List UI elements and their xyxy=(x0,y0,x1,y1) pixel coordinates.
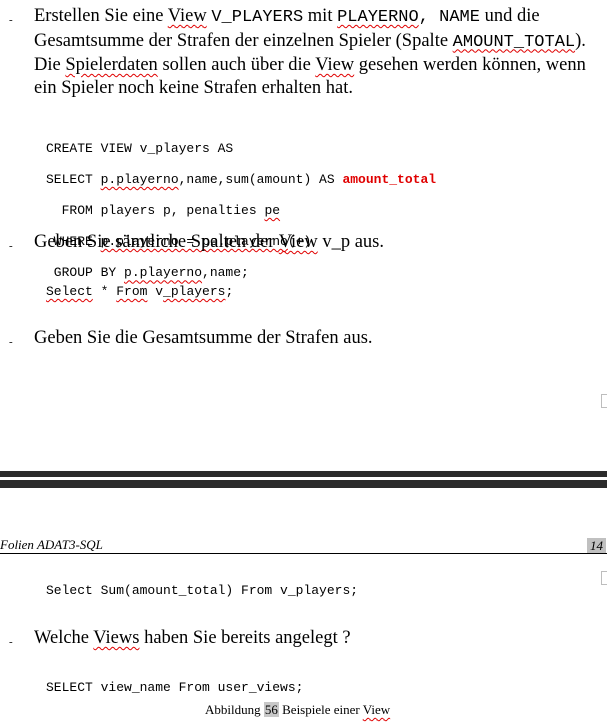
code-line-5: GROUP BY p.playerno,name; xyxy=(46,265,436,281)
code-amount-total: amount_total xyxy=(342,171,437,187)
code-text: SELECT xyxy=(46,171,101,187)
caption-number: 56 xyxy=(263,702,279,717)
page-break-rule xyxy=(0,480,607,488)
task4-text-b: haben Sie bereits angelegt ? xyxy=(139,628,351,648)
code-block-create-view: CREATE VIEW v_players AS SELECT p.player… xyxy=(46,125,436,297)
view-word-3: View xyxy=(278,232,318,252)
task2-text: Geben Sie sämtliche Spalten der View v_p… xyxy=(34,231,384,254)
task1-line1: Erstellen Sie eine View V_PLAYERS mit PL… xyxy=(34,5,604,30)
spielerdaten-word: Spielerdaten xyxy=(65,55,158,75)
task1-line3-end: gesehen werden können, wenn xyxy=(354,55,586,75)
caption-view-word: View xyxy=(362,702,391,717)
code-text: * xyxy=(92,284,117,299)
task1-line2-end: ). xyxy=(575,30,586,51)
task4-text: Welche Views haben Sie bereits angelegt … xyxy=(34,627,351,650)
code-text: ,name,sum(amount) AS xyxy=(178,171,343,187)
page-number: 14 xyxy=(587,538,606,553)
code-line-2: SELECT p.playerno,name,sum(amount) AS am… xyxy=(46,172,436,188)
bullet-task3: - xyxy=(9,336,13,348)
code-text: GROUP BY xyxy=(46,265,125,281)
task1-line4: ein Spieler noch keine Strafen erhalten … xyxy=(34,77,353,98)
view-word-2: View xyxy=(315,55,355,75)
task1-line3-text2: sollen auch über die xyxy=(157,55,316,75)
margin-marker xyxy=(601,571,607,585)
code-block-user-views: SELECT view_name From user_views; xyxy=(46,680,304,695)
task1-text: Erstellen Sie eine xyxy=(34,6,168,26)
footer-left: Folien ADAT3-SQL xyxy=(0,537,103,552)
code-playerno: p.playerno xyxy=(100,171,179,187)
column-name: , NAME xyxy=(418,8,480,27)
column-amount-total: AMOUNT_TOTAL xyxy=(452,32,576,52)
task1-line3: Die Spielerdaten sollen auch über die Vi… xyxy=(34,54,604,77)
task1-line2: Gesamtsumme der Strafen der einzelnen Sp… xyxy=(34,30,604,55)
code-players: _players xyxy=(163,284,226,299)
page-break-rule xyxy=(0,478,607,479)
bullet-task1: - xyxy=(9,14,13,26)
caption-text: Abbildung xyxy=(205,702,264,717)
code-from: From xyxy=(116,284,148,299)
column-playerno: PLAYERNO xyxy=(337,8,419,27)
code-text: v xyxy=(147,284,164,299)
task2-text-a: Geben Sie sämtliche Spalten der xyxy=(34,232,279,252)
task1-line2-text: Gesamtsumme der Strafen der einzelnen Sp… xyxy=(34,30,453,51)
code-block-sum: Select Sum(amount_total) From v_players; xyxy=(46,583,359,598)
margin-marker xyxy=(601,394,607,408)
code-text: FROM players p, penalties xyxy=(46,202,265,218)
task2-text-b: v_p aus. xyxy=(317,232,384,252)
task4-text-a: Welche xyxy=(34,628,94,648)
footer-rule xyxy=(0,553,607,554)
task1-paragraph: Erstellen Sie eine View V_PLAYERS mit PL… xyxy=(34,5,604,99)
code-text: ; xyxy=(225,284,234,299)
code-block-select-all: Select * From v_players; xyxy=(46,284,233,300)
caption-text: Beispiele einer xyxy=(278,702,363,717)
task1-line3-text: Die xyxy=(34,55,66,75)
bullet-task2: - xyxy=(9,240,13,252)
task1-text-mit: mit xyxy=(303,6,338,26)
views-word: Views xyxy=(93,628,140,648)
code-line-1: CREATE VIEW v_players AS xyxy=(46,140,234,156)
view-word: View xyxy=(167,6,207,26)
bullet-task4: - xyxy=(9,636,13,648)
figure-caption: Abbildung 56 Beispiele einer View xyxy=(205,702,390,718)
code-pe: pe xyxy=(264,202,281,218)
task1-text-und: und die xyxy=(479,6,540,26)
code-select: Select xyxy=(46,284,93,299)
code-playerno: p.playerno xyxy=(124,265,203,281)
code-line-3: FROM players p, penalties pe xyxy=(46,203,436,219)
task3-text: Geben Sie die Gesamtsumme der Strafen au… xyxy=(34,328,373,348)
view-name: V_PLAYERS xyxy=(211,8,304,27)
code-text: ,name; xyxy=(202,265,249,281)
page-break-rule xyxy=(0,471,607,477)
